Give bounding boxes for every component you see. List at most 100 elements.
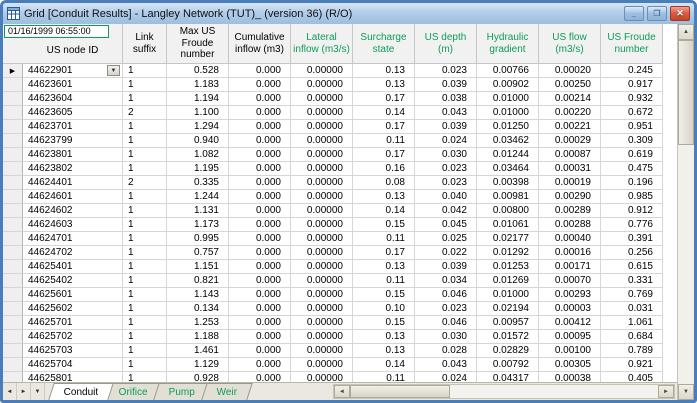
grid-cell[interactable]: 0.932 xyxy=(601,92,663,106)
row-selector[interactable] xyxy=(3,148,23,162)
grid-cell[interactable]: 0.00000 xyxy=(291,134,353,148)
grid-cell[interactable]: 1.194 xyxy=(167,92,229,106)
grid-cell[interactable]: 0.00031 xyxy=(539,162,601,176)
grid-cell[interactable]: 44623801 xyxy=(23,148,123,162)
grid-cell[interactable]: 0.00000 xyxy=(291,176,353,190)
grid-cell[interactable]: 0.391 xyxy=(601,232,663,246)
grid-cell[interactable]: 0.01250 xyxy=(477,120,539,134)
grid-cell[interactable]: 0.042 xyxy=(415,204,477,218)
grid-cell[interactable]: 1.461 xyxy=(167,344,229,358)
grid-cell[interactable]: 0.00016 xyxy=(539,246,601,260)
grid-cell[interactable]: 44625702 xyxy=(23,330,123,344)
grid-cell[interactable]: 0.00029 xyxy=(539,134,601,148)
grid-cell[interactable]: 0.034 xyxy=(415,274,477,288)
column-header[interactable]: Hydraulic gradient xyxy=(477,24,539,64)
grid-cell[interactable]: 1.131 xyxy=(167,204,229,218)
grid-cell[interactable]: 0.17 xyxy=(353,120,415,134)
grid-cell[interactable]: 1 xyxy=(123,162,167,176)
grid-cell[interactable]: 44624701 xyxy=(23,232,123,246)
row-selector[interactable] xyxy=(3,232,23,246)
grid-cell[interactable]: 1 xyxy=(123,288,167,302)
grid-cell[interactable]: 0.01572 xyxy=(477,330,539,344)
horizontal-scrollbar-thumb[interactable] xyxy=(349,385,450,398)
grid-cell[interactable]: 0.11 xyxy=(353,134,415,148)
grid-cell[interactable]: 0.245 xyxy=(601,64,663,78)
grid-cell[interactable]: 0.000 xyxy=(229,204,291,218)
grid-cell[interactable]: 0.03464 xyxy=(477,162,539,176)
grid-cell[interactable]: 0.000 xyxy=(229,218,291,232)
grid-cell[interactable]: 0.000 xyxy=(229,372,291,382)
grid-cell[interactable]: 44625402 xyxy=(23,274,123,288)
grid-cell[interactable]: 0.13 xyxy=(353,344,415,358)
tab-list-button[interactable]: ▼ xyxy=(31,383,45,400)
vertical-scrollbar-thumb[interactable] xyxy=(678,40,694,145)
grid-cell[interactable]: 0.000 xyxy=(229,92,291,106)
grid-cell[interactable]: 0.08 xyxy=(353,176,415,190)
column-header[interactable]: US depth (m) xyxy=(415,24,477,64)
grid-cell[interactable]: 44625801 xyxy=(23,372,123,382)
grid-cell[interactable]: 0.043 xyxy=(415,106,477,120)
grid-cell[interactable]: 0.024 xyxy=(415,134,477,148)
tab-scroll-left-button[interactable]: ◄ xyxy=(3,383,17,400)
grid-cell[interactable]: 0.405 xyxy=(601,372,663,382)
grid-cell[interactable]: 0.00020 xyxy=(539,64,601,78)
row-selector[interactable] xyxy=(3,330,23,344)
grid-cell[interactable]: 0.000 xyxy=(229,148,291,162)
grid-cell[interactable]: 0.023 xyxy=(415,162,477,176)
scroll-right-button[interactable]: ► xyxy=(658,385,674,398)
grid-cell[interactable]: 1 xyxy=(123,64,167,78)
grid-cell[interactable]: 1.195 xyxy=(167,162,229,176)
grid-cell[interactable]: 0.15 xyxy=(353,218,415,232)
row-selector[interactable] xyxy=(3,162,23,176)
grid-cell[interactable]: 0.00288 xyxy=(539,218,601,232)
grid-cell[interactable]: 0.000 xyxy=(229,162,291,176)
grid-cell[interactable]: 0.023 xyxy=(415,176,477,190)
grid-cell[interactable]: 44624603 xyxy=(23,218,123,232)
grid-cell[interactable]: 0.039 xyxy=(415,260,477,274)
grid-cell[interactable]: 1.244 xyxy=(167,190,229,204)
vertical-scrollbar[interactable]: ▲ ▼ xyxy=(677,24,694,400)
column-header[interactable]: US Froude number xyxy=(601,24,663,64)
row-selector[interactable] xyxy=(3,302,23,316)
grid-cell[interactable]: 1 xyxy=(123,148,167,162)
grid-cell[interactable]: 1 xyxy=(123,120,167,134)
grid-cell[interactable]: 0.046 xyxy=(415,316,477,330)
grid-cell[interactable]: 0.03462 xyxy=(477,134,539,148)
grid-cell[interactable]: 0.13 xyxy=(353,330,415,344)
grid-cell[interactable]: 1.173 xyxy=(167,218,229,232)
row-selector[interactable] xyxy=(3,260,23,274)
grid-cell[interactable]: 0.11 xyxy=(353,274,415,288)
grid-cell[interactable]: 0.00398 xyxy=(477,176,539,190)
grid-cell[interactable]: 0.000 xyxy=(229,246,291,260)
grid-cell[interactable]: 0.15 xyxy=(353,288,415,302)
grid-cell[interactable]: 0.134 xyxy=(167,302,229,316)
scroll-left-button[interactable]: ◄ xyxy=(333,385,350,398)
grid-cell[interactable]: 0.995 xyxy=(167,232,229,246)
grid-cell[interactable]: 0.000 xyxy=(229,134,291,148)
grid-cell[interactable]: 0.00070 xyxy=(539,274,601,288)
grid-cell[interactable]: 44625401 xyxy=(23,260,123,274)
grid-cell[interactable]: 0.00000 xyxy=(291,344,353,358)
grid-cell[interactable]: 0.528 xyxy=(167,64,229,78)
grid-cell[interactable]: 44623799 xyxy=(23,134,123,148)
grid-cell[interactable]: 0.022 xyxy=(415,246,477,260)
grid-cell[interactable]: 1 xyxy=(123,316,167,330)
grid-cell[interactable]: 0.00000 xyxy=(291,330,353,344)
column-header[interactable]: Cumulative inflow (m3) xyxy=(229,24,291,64)
grid-cell[interactable]: 1 xyxy=(123,92,167,106)
grid-cell[interactable]: 0.917 xyxy=(601,78,663,92)
grid-cell[interactable]: 1 xyxy=(123,246,167,260)
grid-cell[interactable]: 0.000 xyxy=(229,78,291,92)
grid-cell[interactable]: 44624401 xyxy=(23,176,123,190)
grid-cell[interactable]: 0.00800 xyxy=(477,204,539,218)
grid-cell[interactable]: 0.040 xyxy=(415,190,477,204)
cell-dropdown-button[interactable]: ▼ xyxy=(107,65,120,76)
row-selector[interactable] xyxy=(3,218,23,232)
maximize-button[interactable]: ❐ xyxy=(647,6,667,21)
grid-cell[interactable]: 0.00000 xyxy=(291,64,353,78)
grid-cell[interactable]: 44625704 xyxy=(23,358,123,372)
horizontal-scrollbar-track[interactable] xyxy=(349,385,658,398)
grid-cell[interactable]: 1.129 xyxy=(167,358,229,372)
row-selector[interactable] xyxy=(3,92,23,106)
grid-cell[interactable]: 0.00000 xyxy=(291,218,353,232)
